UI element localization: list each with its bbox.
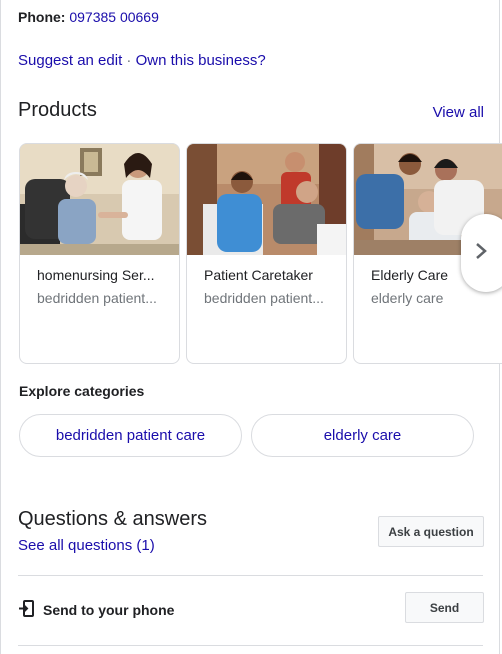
products-heading: Products [18,99,97,121]
phone-row: Phone: 097385 00669 [18,9,159,25]
phone-link[interactable]: 097385 00669 [69,9,159,25]
category-chip-elderly[interactable]: elderly care [251,414,474,457]
send-to-phone-label: Send to your phone [43,602,175,618]
product-subtitle: bedridden patient... [204,290,324,306]
product-title: Elderly Care [371,267,449,283]
send-to-phone-icon [18,600,43,620]
suggest-edit-link[interactable]: Suggest an edit [18,52,122,69]
product-title: Patient Caretaker [204,267,313,283]
product-subtitle: bedridden patient... [37,290,157,306]
product-image [20,144,179,255]
view-all-link[interactable]: View all [433,104,484,121]
divider [18,645,483,646]
edit-links: Suggest an edit · Own this business? [18,52,266,69]
explore-categories-heading: Explore categories [19,383,145,399]
product-subtitle: elderly care [371,290,444,306]
phone-label: Phone: [18,9,66,25]
carousel-next-button[interactable] [461,214,502,292]
ask-question-button[interactable]: Ask a question [378,516,484,547]
separator: · [126,52,132,69]
divider [18,575,483,576]
qa-heading: Questions & answers [18,508,207,530]
product-title: homenursing Ser... [37,267,155,283]
send-to-phone-row: Send to your phone [18,600,174,620]
own-business-link[interactable]: Own this business? [136,52,266,69]
product-card[interactable]: Patient Caretaker bedridden patient... [186,143,347,364]
send-button[interactable]: Send [405,592,484,623]
product-image [187,144,346,255]
see-all-questions-link[interactable]: See all questions (1) [18,537,155,554]
chevron-right-icon [475,242,487,265]
category-chip-bedridden[interactable]: bedridden patient care [19,414,242,457]
product-card[interactable]: homenursing Ser... bedridden patient... [19,143,180,364]
